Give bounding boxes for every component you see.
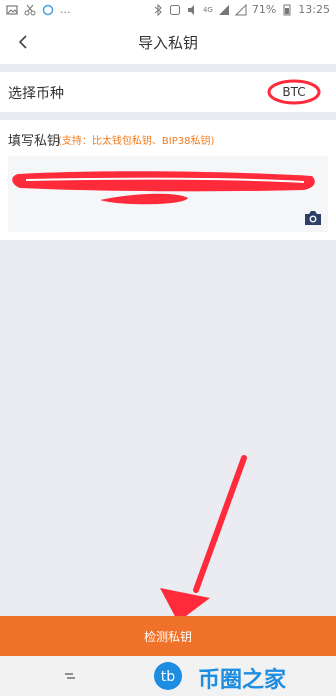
coin-select-row[interactable]: 选择币种 BTC [0, 72, 336, 112]
private-key-label: 填写私钥 [8, 134, 61, 149]
private-key-hint: (支持：比太钱包私钥、BIP38私钥) [58, 136, 215, 147]
scissors-icon [24, 4, 36, 15]
status-left: ... [6, 3, 71, 16]
bluetooth-icon [154, 3, 162, 16]
image-icon [6, 4, 18, 15]
status-more: ... [60, 3, 71, 16]
signal-icon-2 [234, 3, 247, 15]
watermark-text: 币圈之家 [198, 668, 287, 693]
status-time: 13:25 [298, 3, 330, 16]
status-bar: ... 4G 71% 13:25 [0, 0, 336, 20]
status-right: 4G 71% 13:25 [152, 3, 330, 16]
battery-icon [283, 4, 291, 15]
camera-icon[interactable] [304, 210, 322, 226]
coin-select-value[interactable]: BTC [266, 78, 322, 106]
coin-select-label: 选择币种 [8, 86, 64, 102]
private-key-section: 填写私钥 (支持：比太钱包私钥、BIP38私钥) [0, 120, 336, 240]
app-icon [42, 4, 54, 15]
watermark-logo: tb [154, 662, 182, 690]
network-type: 4G [202, 5, 213, 14]
signal-icon [218, 4, 229, 15]
recent-apps-icon[interactable] [62, 668, 78, 684]
nfc-icon [169, 4, 180, 15]
coin-value-text: BTC [282, 85, 306, 99]
svg-text:tb: tb [161, 669, 175, 685]
private-key-input[interactable] [8, 156, 328, 232]
page-title: 导入私钥 [137, 34, 198, 52]
redaction-scribble [12, 171, 315, 205]
detect-key-button[interactable]: 检测私钥 [0, 616, 336, 656]
navbar: 导入私钥 [0, 20, 336, 64]
mute-icon [187, 4, 194, 15]
battery-percent: 71% [251, 3, 277, 16]
